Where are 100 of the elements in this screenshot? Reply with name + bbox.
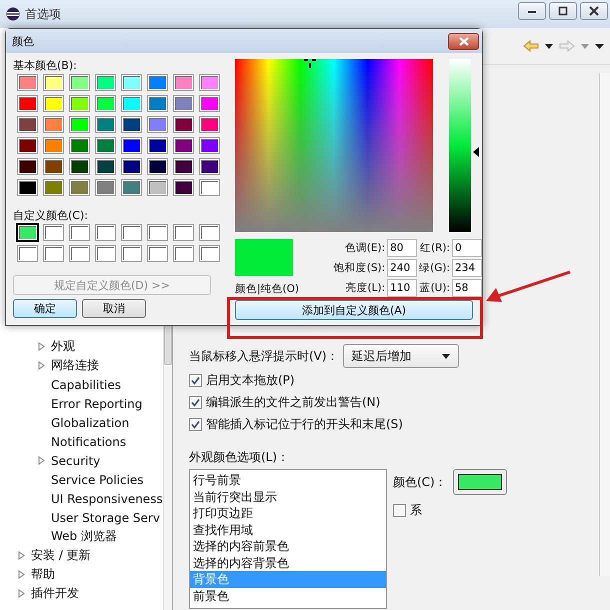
color-swatch[interactable] bbox=[70, 225, 89, 240]
color-swatch[interactable] bbox=[44, 138, 63, 153]
expand-arrow-icon[interactable] bbox=[38, 456, 45, 465]
tree-item[interactable]: Capabilities bbox=[51, 378, 121, 392]
tree-item[interactable]: UI Responsiveness bbox=[51, 492, 163, 506]
color-swatch[interactable] bbox=[44, 246, 63, 261]
color-swatch[interactable] bbox=[18, 225, 37, 240]
list-item[interactable]: 选择的内容背景色 bbox=[190, 554, 386, 571]
color-swatch[interactable] bbox=[70, 138, 89, 153]
checkbox-label[interactable]: 系 bbox=[410, 502, 422, 518]
input-field[interactable]: 240 bbox=[387, 259, 418, 277]
color-swatch[interactable] bbox=[96, 96, 115, 111]
color-swatch[interactable] bbox=[174, 117, 193, 132]
input-field[interactable]: 110 bbox=[387, 279, 418, 297]
color-swatch[interactable] bbox=[148, 96, 167, 111]
list-item[interactable]: 选择的内容前景色 bbox=[190, 538, 386, 554]
list-item[interactable]: 当前行突出显示 bbox=[190, 488, 386, 505]
color-swatch[interactable] bbox=[70, 246, 89, 261]
slider-thumb[interactable] bbox=[473, 147, 479, 158]
color-swatch[interactable] bbox=[200, 180, 219, 195]
color-swatch[interactable] bbox=[96, 180, 115, 195]
tree-item[interactable]: Security bbox=[51, 454, 100, 468]
tree-item[interactable]: 安装 / 更新 bbox=[31, 547, 91, 564]
color-swatch[interactable] bbox=[122, 96, 141, 111]
color-swatch[interactable] bbox=[122, 117, 141, 132]
color-swatch[interactable] bbox=[200, 225, 219, 240]
tree-item[interactable]: 帮助 bbox=[31, 566, 55, 583]
hover-select[interactable]: 延迟后增加 bbox=[342, 344, 459, 368]
color-swatch[interactable] bbox=[174, 246, 193, 261]
tree-item[interactable]: 插件开发 bbox=[31, 585, 79, 602]
expand-arrow-icon[interactable] bbox=[38, 342, 45, 351]
tree-item[interactable]: Notifications bbox=[51, 434, 126, 448]
tree-item[interactable]: User Storage Serv bbox=[51, 510, 160, 524]
expand-arrow-icon[interactable] bbox=[18, 589, 25, 598]
color-swatch[interactable] bbox=[18, 246, 37, 261]
color-swatch[interactable] bbox=[18, 96, 37, 111]
list-item[interactable]: 前景色 bbox=[190, 588, 386, 604]
ok-button[interactable]: 确定 bbox=[13, 299, 77, 318]
expand-arrow-icon[interactable] bbox=[38, 361, 45, 370]
color-swatch[interactable] bbox=[148, 75, 167, 90]
tree-item[interactable]: Web 浏览器 bbox=[51, 528, 117, 545]
tree-item[interactable]: 外观 bbox=[51, 338, 75, 355]
add-to-custom-colors-button[interactable]: 添加到自定义颜色(A) bbox=[235, 300, 473, 320]
color-swatch[interactable] bbox=[44, 117, 63, 132]
input-field[interactable]: 0 bbox=[452, 239, 482, 257]
color-swatch[interactable] bbox=[200, 96, 219, 111]
color-picker-button[interactable] bbox=[452, 469, 507, 495]
menu-caret-icon[interactable] bbox=[595, 44, 604, 48]
checkbox[interactable] bbox=[189, 418, 202, 430]
tree-item[interactable]: Globalization bbox=[51, 416, 130, 430]
color-swatch[interactable] bbox=[70, 117, 89, 132]
close-button[interactable] bbox=[580, 2, 608, 20]
caret-icon[interactable] bbox=[545, 44, 553, 48]
checkbox-label[interactable]: 编辑派生的文件之前发出警告(N) bbox=[206, 394, 380, 410]
color-swatch[interactable] bbox=[148, 138, 167, 153]
color-swatch[interactable] bbox=[122, 225, 141, 240]
color-swatch[interactable] bbox=[44, 225, 63, 240]
color-swatch[interactable] bbox=[70, 75, 89, 90]
tree-item[interactable]: Service Policies bbox=[51, 472, 144, 486]
color-swatch[interactable] bbox=[200, 75, 219, 90]
close-button[interactable] bbox=[448, 32, 479, 50]
color-swatch[interactable] bbox=[18, 180, 37, 195]
color-swatch[interactable] bbox=[200, 159, 219, 174]
color-swatch[interactable] bbox=[122, 180, 141, 195]
color-swatch[interactable] bbox=[122, 138, 141, 153]
expand-arrow-icon[interactable] bbox=[18, 551, 25, 560]
color-swatch[interactable] bbox=[148, 159, 167, 174]
input-field[interactable]: 58 bbox=[452, 279, 482, 297]
checkbox-label[interactable]: 智能插入标记位于行的开头和末尾(S) bbox=[206, 416, 403, 432]
color-swatch[interactable] bbox=[174, 159, 193, 174]
tree-item[interactable]: 网络连接 bbox=[51, 357, 99, 374]
color-swatch[interactable] bbox=[148, 225, 167, 240]
color-swatch[interactable] bbox=[200, 246, 219, 261]
color-swatch[interactable] bbox=[122, 159, 141, 174]
color-swatch[interactable] bbox=[44, 96, 63, 111]
checkbox[interactable] bbox=[189, 396, 202, 408]
checkbox[interactable] bbox=[393, 504, 406, 516]
list-item[interactable]: 打印页边距 bbox=[190, 505, 386, 522]
scrollbar[interactable] bbox=[599, 73, 610, 576]
cancel-button[interactable]: 取消 bbox=[82, 299, 146, 318]
minimize-button[interactable] bbox=[518, 2, 546, 20]
color-swatch[interactable] bbox=[96, 117, 115, 132]
color-swatch[interactable] bbox=[44, 180, 63, 195]
color-swatch[interactable] bbox=[96, 138, 115, 153]
color-swatch[interactable] bbox=[18, 159, 37, 174]
color-swatch[interactable] bbox=[148, 246, 167, 261]
tree-item[interactable]: Error Reporting bbox=[51, 396, 142, 410]
color-swatch[interactable] bbox=[174, 180, 193, 195]
color-swatch[interactable] bbox=[174, 96, 193, 111]
checkbox-label[interactable]: 启用文本拖放(P) bbox=[206, 372, 295, 388]
color-swatch[interactable] bbox=[18, 117, 37, 132]
color-swatch[interactable] bbox=[174, 138, 193, 153]
color-swatch[interactable] bbox=[44, 159, 63, 174]
color-swatch[interactable] bbox=[70, 96, 89, 111]
maximize-button[interactable] bbox=[549, 2, 577, 20]
color-swatch[interactable] bbox=[200, 138, 219, 153]
color-swatch[interactable] bbox=[200, 117, 219, 132]
expand-arrow-icon[interactable] bbox=[18, 570, 25, 579]
color-swatch[interactable] bbox=[96, 159, 115, 174]
input-field[interactable]: 80 bbox=[387, 239, 418, 257]
